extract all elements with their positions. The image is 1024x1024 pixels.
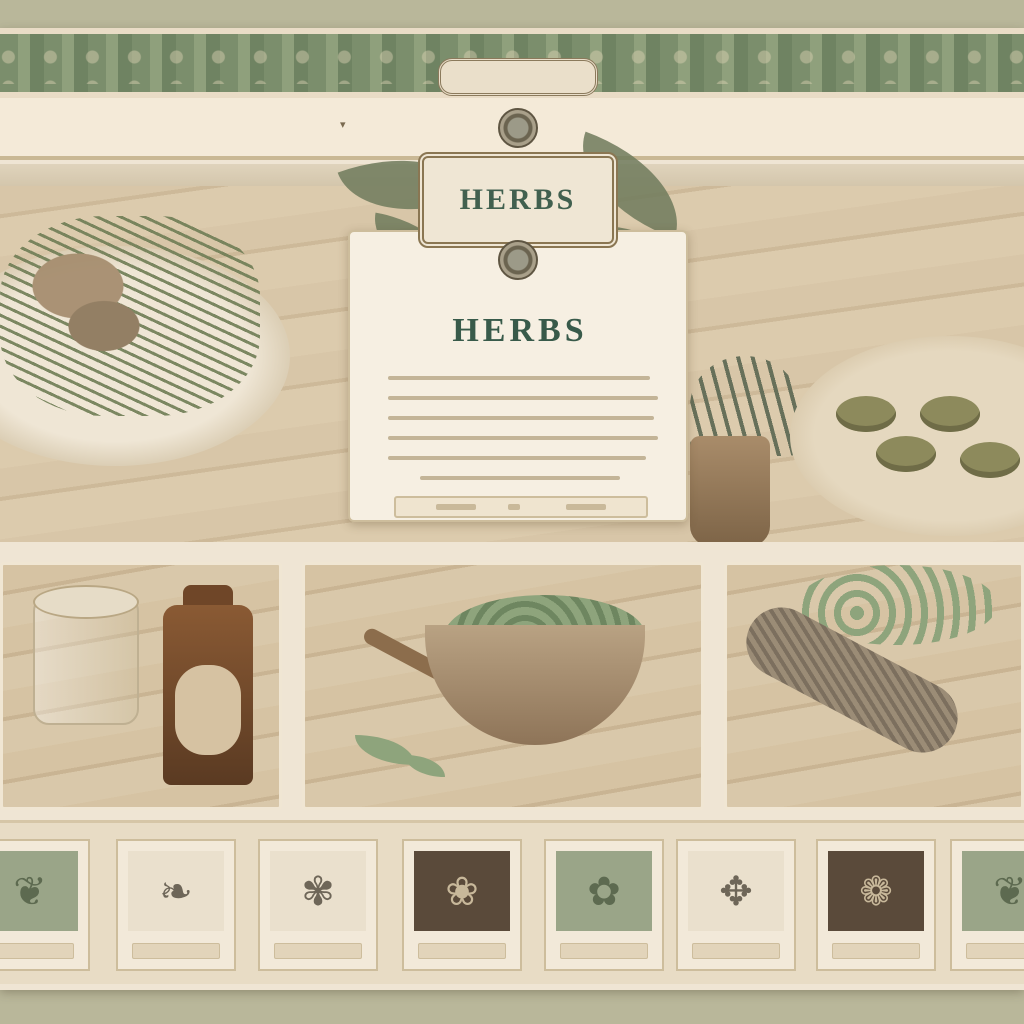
photo-mortar-bowl[interactable] bbox=[302, 562, 704, 810]
card-text-line bbox=[388, 376, 650, 380]
tile-caption bbox=[132, 943, 220, 959]
herb-tile[interactable]: ❀ bbox=[402, 839, 522, 971]
card-action-1[interactable] bbox=[436, 504, 476, 510]
chevron-down-icon[interactable]: ▾ bbox=[340, 118, 346, 131]
bottle-label-image bbox=[175, 665, 241, 755]
herb-pile-image bbox=[0, 216, 260, 416]
card-text-line bbox=[388, 396, 658, 400]
bowl-image bbox=[425, 625, 645, 745]
herb-tile[interactable]: ❦ bbox=[950, 839, 1024, 971]
loose-leaf-image bbox=[405, 755, 445, 777]
herb-tile-strip: ❦ ❧ ✾ ❀ ✿ ✥ ❁ ❦ bbox=[0, 820, 1024, 984]
oak-leaf-icon: ❀ bbox=[414, 851, 510, 931]
herb-tile[interactable]: ✥ bbox=[676, 839, 796, 971]
herb-tile[interactable]: ✿ bbox=[544, 839, 664, 971]
flower-icon: ✿ bbox=[556, 851, 652, 931]
card-text-line bbox=[420, 476, 620, 480]
tile-caption bbox=[966, 943, 1024, 959]
clay-pot-image bbox=[690, 436, 770, 542]
card-text-line bbox=[388, 456, 646, 460]
card-title: HERBS bbox=[452, 312, 588, 349]
card-text-line bbox=[388, 416, 654, 420]
tile-caption bbox=[560, 943, 648, 959]
card-text-line bbox=[388, 436, 658, 440]
photo-tincture-bottles[interactable] bbox=[0, 562, 282, 810]
fern-icon: ❦ bbox=[962, 851, 1024, 931]
crest-medallion-bottom bbox=[498, 240, 538, 280]
seed-dish-2 bbox=[876, 436, 936, 472]
photo-dried-herb-bundle[interactable] bbox=[724, 562, 1024, 810]
herb-tile[interactable]: ❁ bbox=[816, 839, 936, 971]
jar-lid-image bbox=[33, 585, 139, 619]
herb-tile[interactable]: ❦ bbox=[0, 839, 90, 971]
card-action-2[interactable] bbox=[508, 504, 520, 510]
seed-dish-1 bbox=[836, 396, 896, 432]
sprig-icon: ❦ bbox=[0, 851, 78, 931]
tile-caption bbox=[832, 943, 920, 959]
tile-caption bbox=[274, 943, 362, 959]
tile-caption bbox=[0, 943, 74, 959]
lavender-icon: ✾ bbox=[270, 851, 366, 931]
seed-dish-4 bbox=[960, 442, 1020, 478]
herb-tile[interactable]: ✾ bbox=[258, 839, 378, 971]
crest-title: HERBS bbox=[418, 152, 618, 248]
card-action-bar[interactable] bbox=[394, 496, 648, 518]
tile-caption bbox=[692, 943, 780, 959]
seed-dish-3 bbox=[920, 396, 980, 432]
tile-caption bbox=[418, 943, 506, 959]
rose-icon: ❁ bbox=[828, 851, 924, 931]
maple-leaf-icon: ✥ bbox=[688, 851, 784, 931]
card-action-3[interactable] bbox=[566, 504, 606, 510]
site-logo-badge[interactable] bbox=[438, 58, 598, 96]
leaf-icon: ❧ bbox=[128, 851, 224, 931]
herb-tile[interactable]: ❧ bbox=[116, 839, 236, 971]
crest-medallion-top bbox=[498, 108, 538, 148]
